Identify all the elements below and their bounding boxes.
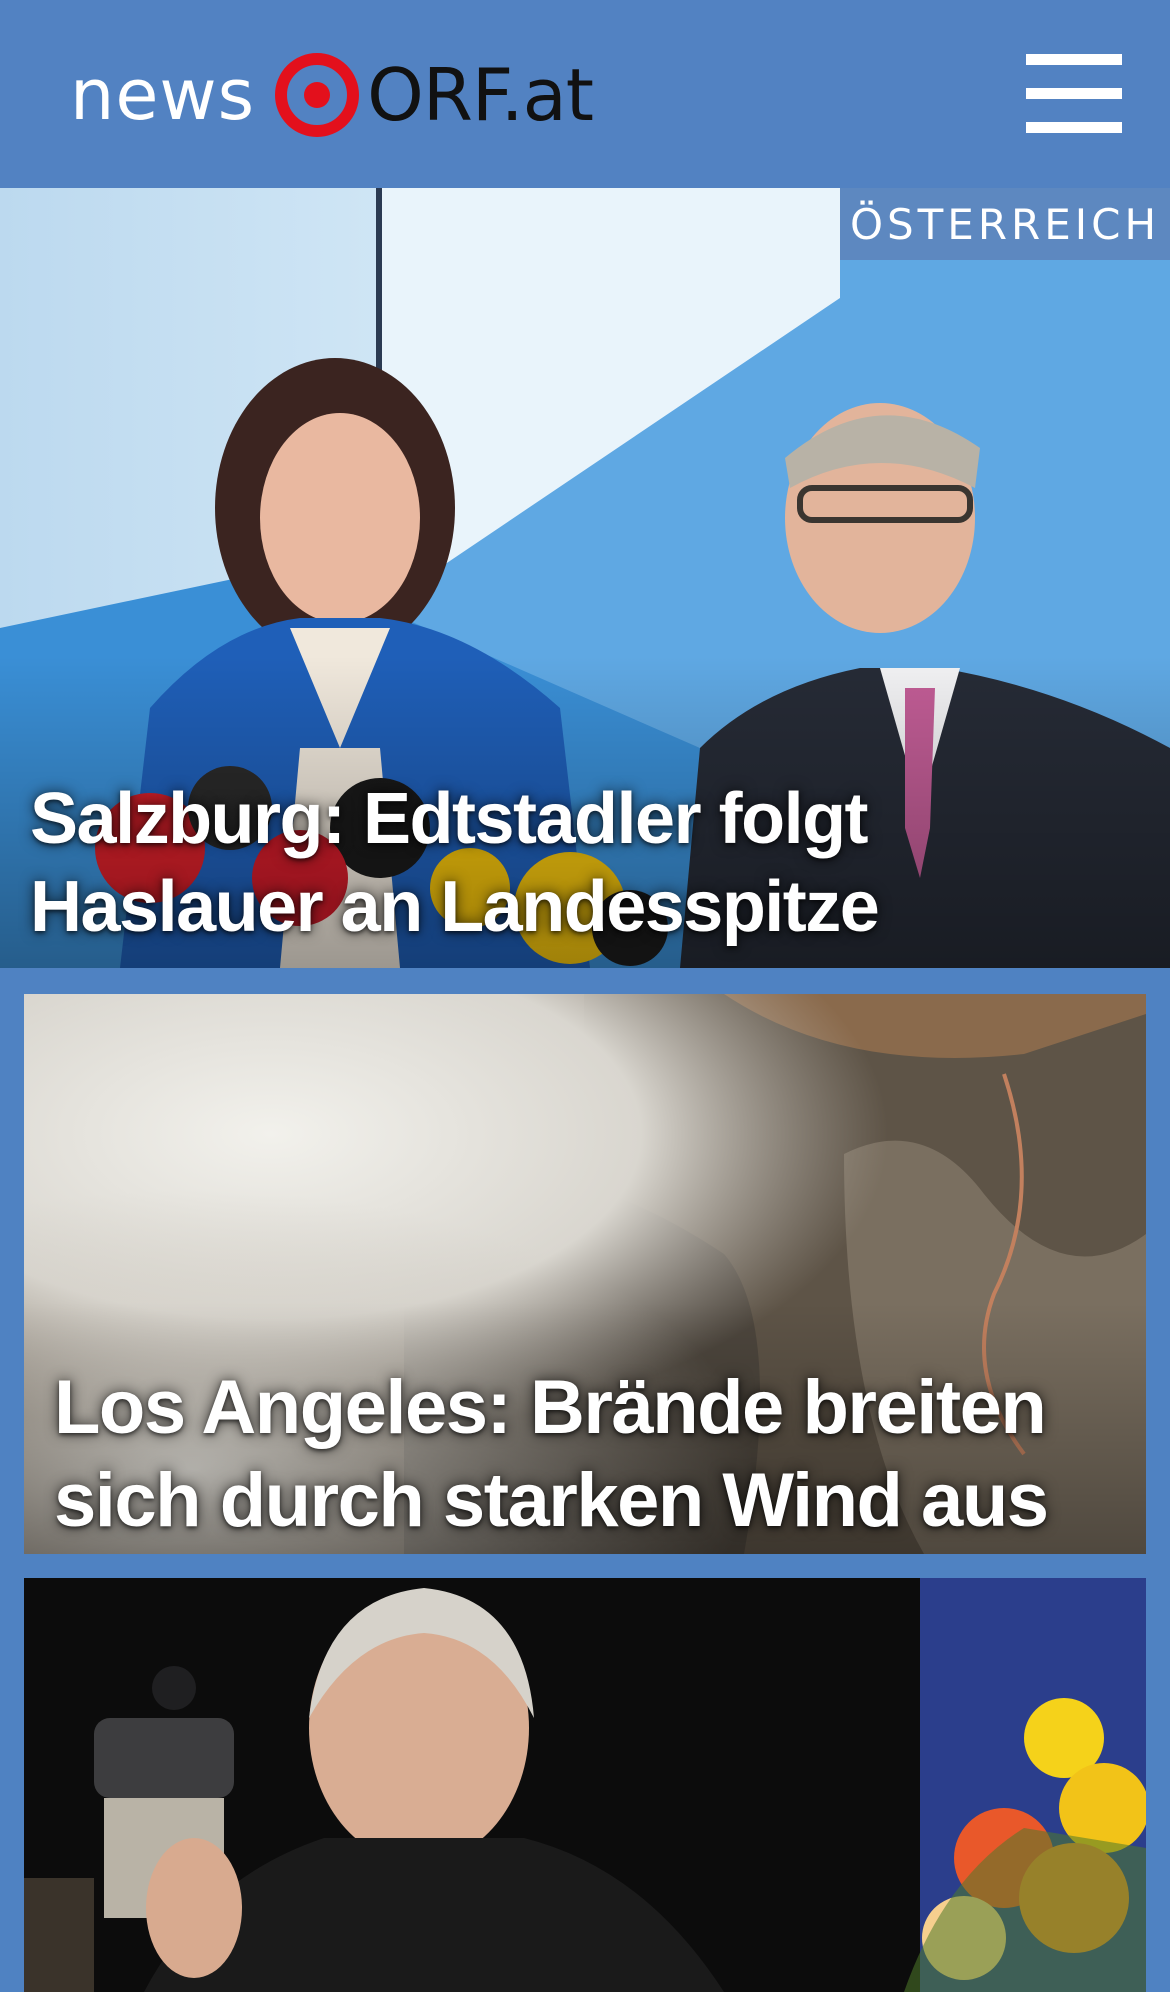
site-logo[interactable]: news ORF.at: [70, 50, 594, 140]
story-headline[interactable]: Salzburg: Edtstadler folgt Haslauer an L…: [30, 776, 1160, 952]
story-headline[interactable]: Los Angeles: Brände breiten sich durch s…: [54, 1362, 1054, 1547]
story-card[interactable]: [24, 1578, 1146, 1992]
site-header: news ORF.at: [0, 0, 1170, 188]
menu-bar: [1026, 122, 1122, 133]
menu-bar: [1026, 54, 1122, 65]
menu-bar: [1026, 88, 1122, 99]
top-story[interactable]: ÖSTERREICH Salzburg: Edtstadler folgt Ha…: [0, 188, 1170, 968]
logo-news-text: news: [70, 54, 256, 136]
logo-orf-text: ORF.at: [367, 53, 594, 137]
story-card[interactable]: Los Angeles: Brände breiten sich durch s…: [24, 994, 1146, 1554]
hamburger-menu-icon[interactable]: [1016, 46, 1124, 142]
story-image-portrait: [24, 1578, 1146, 1992]
orf-eye-logo-icon: [275, 53, 360, 137]
category-badge[interactable]: ÖSTERREICH: [840, 188, 1170, 260]
